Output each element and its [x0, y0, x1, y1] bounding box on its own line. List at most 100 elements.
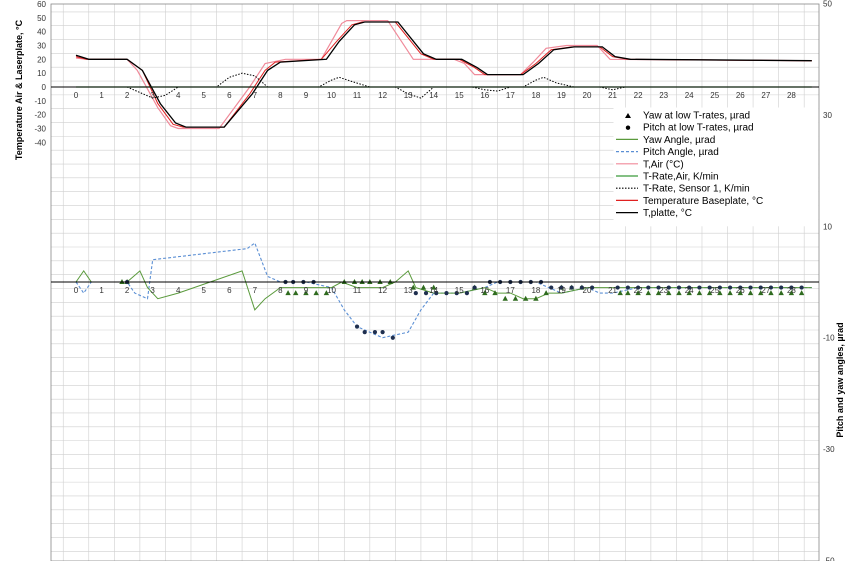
pitch-marker: [472, 285, 477, 290]
yaw-marker: [798, 290, 805, 296]
yaw-marker: [727, 290, 733, 296]
right-tick-label: -10: [823, 334, 835, 343]
x-tick-label-bottom: 2: [125, 286, 130, 295]
x-tick-label-bottom: 9: [304, 286, 309, 295]
x-tick-label-bottom: 0: [74, 286, 79, 295]
yaw-marker: [747, 290, 754, 296]
left-tick-label: 10: [37, 69, 46, 78]
pitch-marker: [444, 291, 449, 296]
x-tick-label-top: 0: [74, 91, 79, 100]
left-axis-label: Temperature Air & Laserplate, °C: [14, 19, 24, 160]
tick-labels: 6050403020100-10-20-30-40503010-10-30-50…: [34, 0, 835, 561]
left-tick-label: -10: [34, 97, 46, 106]
pitch-marker: [625, 285, 630, 290]
x-tick-label-top: 6: [227, 91, 232, 100]
x-tick-label-bottom: 1: [99, 286, 104, 295]
pitch-marker: [727, 285, 733, 290]
x-tick-label-bottom: 18: [531, 286, 540, 295]
x-tick-label-bottom: 14: [429, 286, 438, 295]
right-tick-label: 50: [823, 0, 832, 8]
pitch-marker: [390, 335, 395, 340]
x-tick-label-top: 25: [710, 91, 719, 100]
x-tick-label-bottom: 16: [480, 286, 489, 295]
yaw-marker: [502, 295, 508, 301]
pitch-marker: [413, 291, 418, 296]
yaw-marker: [420, 284, 427, 290]
pitch-marker: [799, 285, 804, 290]
pitch-marker: [354, 324, 360, 329]
x-tick-label-bottom: 15: [455, 286, 464, 295]
x-tick-label-bottom: 17: [506, 286, 515, 295]
pitch-marker: [748, 285, 753, 290]
x-tick-label-top: 7: [253, 91, 258, 100]
x-tick-label-top: 12: [378, 91, 387, 100]
x-tick-label-bottom: 6: [227, 286, 232, 295]
yaw-marker: [778, 290, 784, 296]
left-tick-label: 0: [42, 83, 47, 92]
pitch-marker: [779, 285, 784, 290]
yaw-marker: [696, 290, 703, 296]
x-tick-label-top: 4: [176, 91, 181, 100]
x-tick-label-bottom: 20: [583, 286, 592, 295]
left-tick-label: 40: [37, 28, 46, 37]
pitch-marker: [362, 330, 367, 335]
x-tick-label-top: 17: [506, 91, 515, 100]
x-tick-label-bottom: 5: [202, 286, 207, 295]
x-tick-label-bottom: 10: [327, 286, 336, 295]
x-tick-label-top: 5: [202, 91, 207, 100]
yaw-marker: [645, 290, 652, 296]
x-tick-label-top: 8: [278, 91, 283, 100]
pitch-marker: [569, 285, 574, 290]
x-tick-label-bottom: 23: [659, 286, 668, 295]
x-tick-label-top: 13: [404, 91, 413, 100]
legend-label: T-Rate,Air, K/min: [643, 172, 719, 183]
pitch-marker: [423, 291, 429, 296]
pitch-marker: [380, 330, 385, 335]
x-tick-label-top: 28: [787, 91, 796, 100]
x-tick-label-bottom: 28: [787, 286, 796, 295]
legend-label: T,platte, °C: [643, 208, 692, 219]
x-tick-label-top: 26: [736, 91, 745, 100]
x-tick-label-top: 15: [455, 91, 464, 100]
x-tick-label-bottom: 11: [353, 286, 362, 295]
x-tick-label-bottom: 24: [685, 286, 694, 295]
legend-label: T,Air (°C): [643, 159, 684, 170]
left-tick-label: 60: [37, 0, 46, 9]
x-tick-label-top: 18: [531, 91, 540, 100]
x-tick-label-top: 3: [150, 91, 155, 100]
yaw-marker: [676, 290, 682, 296]
chart: 6050403020100-10-20-30-40503010-10-30-50…: [14, 0, 845, 561]
x-tick-label-bottom: 8: [278, 286, 283, 295]
left-tick-label: 50: [37, 14, 46, 23]
x-tick-label-bottom: 22: [634, 286, 643, 295]
x-tick-label-top: 22: [634, 91, 643, 100]
pitch-marker: [464, 291, 470, 296]
legend: Yaw at low T-rates, µradPitch at low T-r…: [613, 107, 819, 227]
yaw-marker: [285, 290, 291, 296]
x-tick-label-top: 14: [429, 91, 438, 100]
x-tick-label-top: 1: [99, 91, 104, 100]
right-tick-label: 30: [823, 111, 832, 120]
left-tick-label: -40: [34, 138, 46, 147]
x-tick-label-bottom: 4: [176, 286, 181, 295]
x-tick-label-bottom: 3: [150, 286, 155, 295]
x-tick-label-bottom: 25: [710, 286, 719, 295]
left-tick-label: 20: [37, 55, 46, 64]
x-tick-label-bottom: 12: [378, 286, 387, 295]
angle-series: [75, 242, 812, 339]
x-tick-label-top: 19: [557, 91, 566, 100]
pitch-marker: [697, 285, 702, 290]
yaw-marker: [313, 290, 319, 296]
left-tick-label: 30: [37, 42, 46, 51]
legend-circle-icon: [625, 125, 631, 130]
x-tick-label-top: 11: [353, 91, 362, 100]
x-tick-label-top: 23: [659, 91, 668, 100]
right-tick-label: -50: [823, 557, 835, 561]
x-tick-label-top: 24: [685, 91, 694, 100]
series-line-t-rate-sensor-1-k-min: [76, 72, 812, 99]
yaw-marker: [543, 290, 549, 296]
legend-label: Yaw Angle, µrad: [643, 135, 715, 146]
x-tick-label-top: 20: [583, 91, 592, 100]
x-tick-label-bottom: 19: [557, 286, 566, 295]
x-tick-label-top: 9: [304, 91, 309, 100]
